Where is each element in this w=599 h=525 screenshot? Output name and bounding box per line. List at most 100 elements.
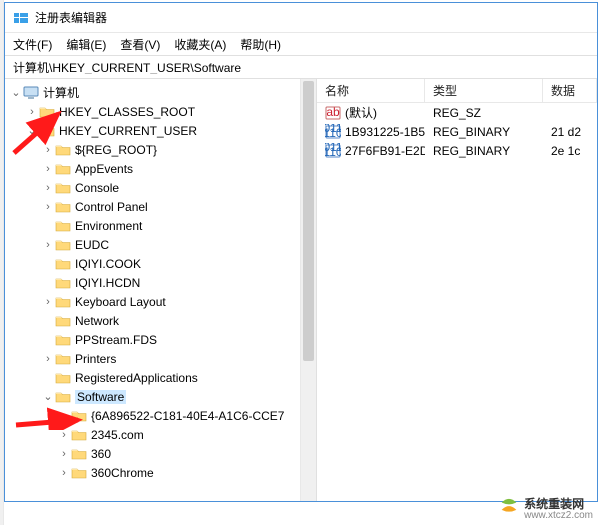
folder-icon — [55, 333, 71, 347]
value-type: REG_BINARY — [425, 144, 543, 158]
tree-item[interactable]: › EUDC — [5, 235, 316, 254]
expand-toggle[interactable]: › — [41, 182, 55, 194]
tree-root[interactable]: ⌄ 计算机 — [5, 83, 316, 102]
addressbar[interactable] — [5, 55, 597, 79]
value-row[interactable]: ab (默认) REG_SZ — [317, 103, 597, 122]
titlebar[interactable]: 注册表编辑器 — [5, 3, 597, 33]
watermark-icon — [498, 497, 520, 519]
tree-item[interactable]: › AppEvents — [5, 159, 316, 178]
menu-view[interactable]: 查看(V) — [120, 36, 160, 53]
expand-toggle[interactable]: › — [57, 429, 71, 441]
window-title: 注册表编辑器 — [35, 9, 107, 26]
tree-panel[interactable]: ⌄ 计算机 › HKEY_CLASSES_ROOT ⌄ HKEY_CURRENT_US… — [5, 79, 317, 501]
value-row[interactable]: 011110 27F6FB91-E2D...REG_BINARY2e 1c — [317, 141, 597, 160]
tree-label: AppEvents — [75, 162, 133, 176]
tree-item[interactable]: › {6A896522-C181-40E4-A1C6-CCE7 — [5, 406, 316, 425]
values-panel[interactable]: 名称 类型 数据 ab (默认) REG_SZ 0111101B931225-1B5.… — [317, 79, 597, 501]
folder-icon — [71, 428, 87, 442]
tree-item[interactable]: ›Environment — [5, 216, 316, 235]
expand-toggle[interactable]: › — [41, 239, 55, 251]
watermark-text: 系统重装网 — [524, 497, 584, 511]
tree-item[interactable]: ›IQIYI.HCDN — [5, 273, 316, 292]
tree-item[interactable]: › 360 — [5, 444, 316, 463]
tree-label: Network — [75, 314, 119, 328]
tree-item[interactable]: ›${REG_ROOT} — [5, 140, 316, 159]
tree-label: Environment — [75, 219, 142, 233]
tree-label: HKEY_CURRENT_USER — [59, 124, 197, 138]
watermark-url: www.xtcz2.com — [524, 510, 593, 521]
tree-item[interactable]: ⌄Software — [5, 387, 316, 406]
expand-toggle[interactable]: › — [57, 410, 71, 422]
menu-help[interactable]: 帮助(H) — [240, 36, 281, 53]
expand-toggle[interactable]: ⌄ — [25, 124, 39, 137]
computer-icon — [23, 86, 39, 100]
scrollbar-thumb[interactable] — [303, 81, 314, 361]
folder-icon — [55, 295, 71, 309]
expand-toggle[interactable]: › — [25, 106, 39, 118]
column-data[interactable]: 数据 — [543, 79, 597, 102]
column-name[interactable]: 名称 — [317, 79, 425, 102]
folder-icon — [55, 314, 71, 328]
binary-value-icon: 011110 — [325, 143, 341, 159]
tree-item[interactable]: ›Keyboard Layout — [5, 292, 316, 311]
content: ⌄ 计算机 › HKEY_CLASSES_ROOT ⌄ HKEY_CURRENT_US… — [5, 79, 597, 501]
expand-toggle[interactable]: ⌄ — [9, 86, 23, 99]
folder-icon — [55, 143, 71, 157]
folder-icon — [55, 200, 71, 214]
value-row[interactable]: 0111101B931225-1B5...REG_BINARY21 d2 — [317, 122, 597, 141]
expand-toggle[interactable]: › — [57, 467, 71, 479]
tree-label: HKEY_CLASSES_ROOT — [59, 105, 195, 119]
value-data: 2e 1c — [543, 144, 597, 158]
tree-label: Console — [75, 181, 119, 195]
menu-file[interactable]: 文件(F) — [13, 36, 52, 53]
value-name-cell: 011110 27F6FB91-E2D... — [317, 143, 425, 159]
tree-item[interactable]: › Control Panel — [5, 197, 316, 216]
tree-label: IQIYI.HCDN — [75, 276, 140, 290]
folder-icon — [55, 352, 71, 366]
tree-item[interactable]: ›2345.com — [5, 425, 316, 444]
tree-label: 360 — [91, 447, 111, 461]
folder-icon — [39, 105, 55, 119]
watermark: 系统重装网 www.xtcz2.com — [498, 495, 593, 521]
value-name: 27F6FB91-E2D... — [345, 144, 425, 158]
tree-label: IQIYI.COOK — [75, 257, 141, 271]
expand-toggle[interactable]: ⌄ — [41, 390, 55, 403]
address-input[interactable] — [13, 60, 597, 74]
expand-toggle[interactable]: › — [41, 144, 55, 156]
folder-icon — [55, 371, 71, 385]
tree-item[interactable]: ›RegisteredApplications — [5, 368, 316, 387]
expand-toggle[interactable]: › — [41, 163, 55, 175]
tree-label: PPStream.FDS — [75, 333, 157, 347]
column-type[interactable]: 类型 — [425, 79, 543, 102]
svg-text:110: 110 — [325, 126, 341, 140]
svg-text:110: 110 — [325, 145, 341, 159]
tree-item[interactable]: › HKEY_CLASSES_ROOT — [5, 102, 316, 121]
expand-toggle[interactable]: › — [41, 201, 55, 213]
folder-icon — [55, 390, 71, 404]
tree-label: {6A896522-C181-40E4-A1C6-CCE7 — [91, 409, 284, 423]
tree-item[interactable]: ⌄ HKEY_CURRENT_USER — [5, 121, 316, 140]
tree-item[interactable]: ›Printers — [5, 349, 316, 368]
value-name-cell: ab (默认) — [317, 104, 425, 121]
folder-icon — [55, 181, 71, 195]
folder-icon — [39, 124, 55, 138]
tree-item[interactable]: › Console — [5, 178, 316, 197]
expand-toggle[interactable]: › — [41, 353, 55, 365]
folder-icon — [71, 466, 87, 480]
menu-favorites[interactable]: 收藏夹(A) — [174, 36, 226, 53]
expand-toggle[interactable]: › — [57, 448, 71, 460]
tree-label: Control Panel — [75, 200, 148, 214]
tree-label: RegisteredApplications — [75, 371, 198, 385]
tree-item[interactable]: ›PPStream.FDS — [5, 330, 316, 349]
folder-icon — [55, 219, 71, 233]
tree-item[interactable]: ›360Chrome — [5, 463, 316, 482]
menu-edit[interactable]: 编辑(E) — [66, 36, 106, 53]
tree-label: EUDC — [75, 238, 109, 252]
value-type: REG_SZ — [425, 106, 543, 120]
tree-item[interactable]: ›IQIYI.COOK — [5, 254, 316, 273]
tree-item[interactable]: ›Network — [5, 311, 316, 330]
expand-toggle[interactable]: › — [41, 296, 55, 308]
tree-scrollbar[interactable] — [300, 79, 316, 501]
svg-text:ab: ab — [326, 105, 340, 119]
value-name: (默认) — [345, 104, 377, 121]
